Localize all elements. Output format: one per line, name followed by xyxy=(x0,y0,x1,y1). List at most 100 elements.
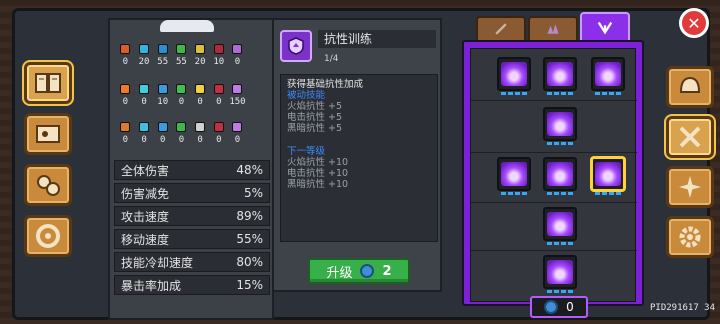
talent-node-blades[interactable] xyxy=(543,107,577,145)
stat-value: 89% xyxy=(236,209,263,223)
resource-cell: 0 xyxy=(209,122,228,145)
character-hat-icon xyxy=(160,20,214,32)
resource-value: 0 xyxy=(178,97,185,107)
resource-value: 55 xyxy=(175,57,187,67)
talent-node-heal[interactable] xyxy=(591,57,625,95)
resource-cell: 0 xyxy=(172,122,191,145)
resource-cell: 0 xyxy=(116,84,135,107)
flame-icon xyxy=(120,84,131,94)
resource-cell: 0 xyxy=(116,122,135,145)
upgrade-label: 升级 xyxy=(326,265,353,281)
resource-value: 10 xyxy=(213,57,225,67)
light-shield-icon xyxy=(195,44,206,54)
tab-helmet[interactable] xyxy=(666,66,714,108)
arcane-staff-icon xyxy=(232,122,243,132)
stat-label: 伤害减免 xyxy=(121,186,170,201)
tab-warrior[interactable] xyxy=(476,16,526,40)
skill-title: 抗性训练 xyxy=(318,30,436,48)
upgrade-button[interactable]: 升级 2 xyxy=(308,258,410,284)
resource-value: 0 xyxy=(178,135,185,145)
next-level-header: 下一等级 xyxy=(287,146,326,157)
talent-node-strike[interactable] xyxy=(543,207,577,245)
ice-shield-icon xyxy=(139,44,150,54)
close-button[interactable]: ✕ xyxy=(679,8,709,38)
star-icon xyxy=(232,84,243,94)
water-shield-icon xyxy=(157,44,168,54)
gear-icon xyxy=(679,226,701,248)
helmet-icon xyxy=(679,76,701,93)
desc-main: 获得基础抗性加成 xyxy=(287,79,364,90)
tab-settings[interactable] xyxy=(666,216,714,258)
tab-items[interactable] xyxy=(24,164,72,206)
steering-wheel-icon xyxy=(36,224,60,248)
player-id: PID291617 34 xyxy=(650,303,716,313)
stat-value: 48% xyxy=(236,163,263,177)
resource-value: 55 xyxy=(157,57,169,67)
tab-wheel[interactable] xyxy=(24,215,72,257)
talent-node-slash[interactable] xyxy=(543,57,577,95)
resource-cell: 20 xyxy=(135,44,154,67)
light-staff-icon xyxy=(195,122,206,132)
stat-value: 55% xyxy=(236,232,263,246)
resource-value: 0 xyxy=(122,135,129,145)
tab-mage[interactable] xyxy=(580,12,630,40)
fire-shield-icon xyxy=(120,44,131,54)
talent-node-pillar[interactable] xyxy=(543,157,577,195)
stat-row: 移动速度 55% xyxy=(114,229,270,249)
book-icon xyxy=(35,73,61,93)
current-bonus: 火焰抗性 +5 xyxy=(287,101,343,112)
resource-value: 10 xyxy=(157,97,169,107)
gem-icon xyxy=(360,264,375,278)
skull-icon xyxy=(176,84,187,94)
moon-icon xyxy=(213,84,224,94)
resource-cell: 0 xyxy=(172,84,191,107)
current-bonus: 电击抗性 +5 xyxy=(287,112,343,123)
talent-node-resistance[interactable] xyxy=(591,157,625,195)
gem-icon xyxy=(544,300,559,314)
resistance-row: 0 20 55 55 20 10 0 xyxy=(116,44,247,67)
talent-grid xyxy=(470,48,637,302)
crossed-swords-icon xyxy=(679,126,701,148)
resource-value: 0 xyxy=(234,57,241,67)
tab-book[interactable] xyxy=(24,62,72,104)
dark-shield-icon xyxy=(213,44,224,54)
tab-map[interactable] xyxy=(24,113,72,155)
talent-points: 0 xyxy=(530,296,588,318)
resource-value: 0 xyxy=(160,135,166,145)
talent-node-cross[interactable] xyxy=(543,255,577,293)
next-bonus: 电击抗性 +10 xyxy=(287,168,349,179)
stat-label: 全体伤害 xyxy=(121,163,170,178)
resource-cell: 10 xyxy=(209,44,228,67)
stat-label: 技能冷却速度 xyxy=(121,255,194,270)
talent-tree xyxy=(462,40,644,306)
tab-compass[interactable] xyxy=(666,166,714,208)
poison-staff-icon xyxy=(176,122,187,132)
tab-ranger[interactable] xyxy=(528,16,578,40)
resource-cell: 150 xyxy=(228,84,247,107)
resource-cell: 0 xyxy=(153,122,172,145)
scroll-map-icon xyxy=(36,125,60,143)
poison-shield-icon xyxy=(176,44,187,54)
resource-cell: 0 xyxy=(191,84,210,107)
talent-node-slime[interactable] xyxy=(497,157,531,195)
resource-value: 0 xyxy=(122,57,129,67)
next-bonus: 火焰抗性 +10 xyxy=(287,157,349,168)
talent-node-burst[interactable] xyxy=(497,57,531,95)
ice-staff-icon xyxy=(139,122,150,132)
resource-value: 150 xyxy=(229,97,246,107)
resource-value: 0 xyxy=(141,135,147,145)
tab-talents[interactable] xyxy=(666,116,714,158)
resource-value: 0 xyxy=(141,97,147,107)
arcane-shield-icon xyxy=(232,44,243,54)
resource-value: 0 xyxy=(197,97,203,107)
resource-value: 0 xyxy=(122,97,129,107)
skill-description: 获得基础抗性加成 被动技能 火焰抗性 +5 电击抗性 +5 黑暗抗性 +5 下一… xyxy=(280,74,438,242)
stat-value: 15% xyxy=(236,278,263,292)
resource-value: 0 xyxy=(197,135,203,145)
resource-cell: 0 xyxy=(116,44,135,67)
resource-cell: 0 xyxy=(228,44,247,67)
stat-row: 技能冷却速度 80% xyxy=(114,252,270,272)
current-bonus: 黑暗抗性 +5 xyxy=(287,123,343,134)
resource-cell: 55 xyxy=(153,44,172,67)
resource-cell: 20 xyxy=(191,44,210,67)
